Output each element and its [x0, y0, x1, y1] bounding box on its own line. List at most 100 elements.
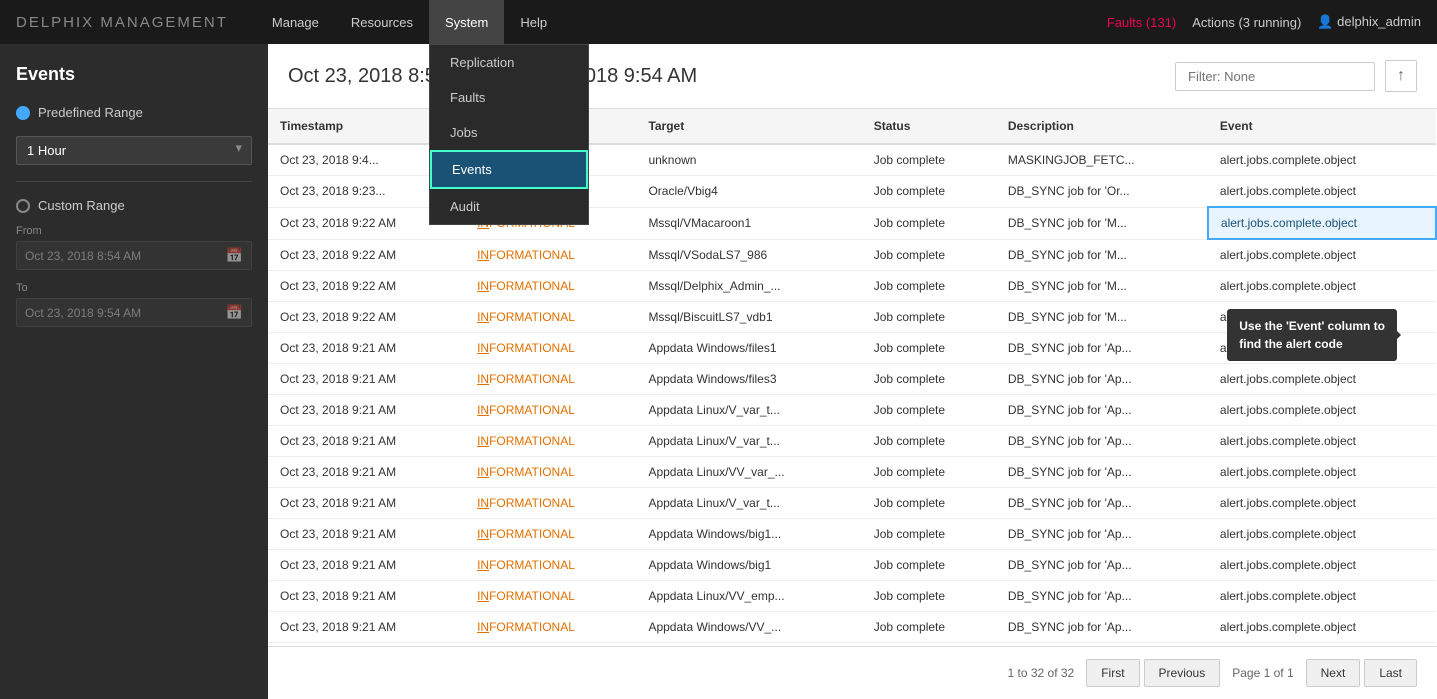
faults-badge[interactable]: Faults (131): [1107, 15, 1176, 30]
table-row[interactable]: Oct 23, 2018 9:21 AMINFORMATIONALAppdata…: [268, 581, 1436, 612]
cell-event: alert.jobs.complete.object: [1208, 643, 1436, 647]
cell-event: alert.jobs.complete.object: [1208, 519, 1436, 550]
cell-timestamp: Oct 23, 2018 9:21 AM: [268, 519, 465, 550]
cell-event: alert.jobs.complete.object: [1208, 426, 1436, 457]
table-row[interactable]: Oct 23, 2018 9:21 AMINFORMATIONALAppdata…: [268, 364, 1436, 395]
cell-description: DB_SYNC job for 'Ap...: [996, 550, 1208, 581]
nav-help[interactable]: Help: [504, 0, 563, 44]
filter-input[interactable]: [1175, 62, 1375, 91]
predefined-range-section: Predefined Range 1 Hour 6 Hours 12 Hours…: [16, 105, 252, 165]
table-row[interactable]: Oct 23, 2018 9:21 AMINFORMATIONALAppdata…: [268, 426, 1436, 457]
cell-timestamp: Oct 23, 2018 9:21 AM: [268, 333, 465, 364]
cell-status: Job complete: [862, 144, 996, 176]
table-row[interactable]: Oct 23, 2018 9:22 AMINFORMATIONALMssql/D…: [268, 271, 1436, 302]
cell-timestamp: Oct 23, 2018 9:21 AM: [268, 488, 465, 519]
cell-status: Job complete: [862, 364, 996, 395]
dropdown-events[interactable]: Events: [430, 150, 588, 189]
export-button[interactable]: ↑: [1385, 60, 1417, 92]
brand-logo: DELPHIX MANAGEMENT: [16, 14, 228, 31]
from-field: From 📅: [16, 225, 252, 270]
table-row[interactable]: Oct 23, 2018 9:21 AMINFORMATIONALAppdata…: [268, 457, 1436, 488]
range-select[interactable]: 1 Hour 6 Hours 12 Hours 1 Day 1 Week: [16, 136, 252, 165]
last-page-button[interactable]: Last: [1364, 659, 1417, 687]
table-row[interactable]: Oct 23, 2018 9:21 AMINFORMATIONALAppdata…: [268, 612, 1436, 643]
table-row[interactable]: Oct 23, 2018 9:21 AMINFORMATIONALAppdata…: [268, 643, 1436, 647]
cell-severity: INFORMATIONAL: [465, 550, 636, 581]
table-row[interactable]: Oct 23, 2018 9:22 AMINFORMATIONALMssql/V…: [268, 239, 1436, 271]
table-row[interactable]: Oct 23, 2018 9:21 AMINFORMATIONALAppdata…: [268, 488, 1436, 519]
cell-description: DB_SYNC job for 'Ap...: [996, 581, 1208, 612]
custom-label: Custom Range: [38, 198, 125, 213]
brand-suffix: MANAGEMENT: [94, 14, 228, 31]
cell-target: Mssql/Delphix_Admin_...: [636, 271, 861, 302]
nav-manage[interactable]: Manage: [256, 0, 335, 44]
to-input[interactable]: [25, 306, 226, 320]
dropdown-faults[interactable]: Faults: [430, 80, 588, 115]
sidebar-divider: [16, 181, 252, 182]
cell-status: Job complete: [862, 581, 996, 612]
first-page-button[interactable]: First: [1086, 659, 1139, 687]
to-calendar-icon[interactable]: 📅: [226, 304, 243, 321]
next-page-button[interactable]: Next: [1306, 659, 1361, 687]
cell-target: Appdata Windows/big1: [636, 550, 861, 581]
cell-severity: INFORMATIONAL: [465, 333, 636, 364]
from-input[interactable]: [25, 249, 226, 263]
cell-description: DB_SYNC job for 'Ap...: [996, 488, 1208, 519]
dropdown-jobs[interactable]: Jobs: [430, 115, 588, 150]
cell-description: DB_SYNC job for 'M...: [996, 302, 1208, 333]
from-input-wrapper: 📅: [16, 241, 252, 270]
top-nav: DELPHIX MANAGEMENT Manage Resources Syst…: [0, 0, 1437, 44]
nav-right: Faults (131) Actions (3 running) 👤 delph…: [1107, 14, 1421, 30]
cell-severity: INFORMATIONAL: [465, 426, 636, 457]
cell-severity: INFORMATIONAL: [465, 581, 636, 612]
col-description: Description: [996, 109, 1208, 144]
user-name[interactable]: delphix_admin: [1337, 14, 1421, 29]
cell-timestamp: Oct 23, 2018 9:21 AM: [268, 550, 465, 581]
cell-severity: INFORMATIONAL: [465, 239, 636, 271]
custom-range-option[interactable]: Custom Range: [16, 198, 252, 213]
from-calendar-icon[interactable]: 📅: [226, 247, 243, 264]
nav-resources[interactable]: Resources: [335, 0, 429, 44]
cell-timestamp: Oct 23, 2018 9:21 AM: [268, 581, 465, 612]
cell-description: DB_SYNC job for 'M...: [996, 207, 1208, 239]
table-row[interactable]: Oct 23, 2018 9:21 AMINFORMATIONALAppdata…: [268, 519, 1436, 550]
cell-event: alert.jobs.complete.object: [1208, 364, 1436, 395]
previous-page-button[interactable]: Previous: [1144, 659, 1221, 687]
dropdown-audit[interactable]: Audit: [430, 189, 588, 224]
predefined-label: Predefined Range: [38, 105, 143, 120]
user-label: 👤 delphix_admin: [1317, 14, 1421, 30]
cell-target: Appdata Windows/big1...: [636, 519, 861, 550]
cell-severity: INFORMATIONAL: [465, 643, 636, 647]
custom-radio[interactable]: [16, 199, 30, 213]
actions-label[interactable]: Actions (3 running): [1192, 15, 1301, 30]
dropdown-replication[interactable]: Replication: [430, 45, 588, 80]
nav-items: Manage Resources System Replication Faul…: [256, 0, 563, 44]
table-row[interactable]: Oct 23, 2018 9:22 AMINFORMATIONALMssql/B…: [268, 302, 1436, 333]
cell-status: Job complete: [862, 457, 996, 488]
nav-system[interactable]: System: [429, 0, 504, 44]
from-label: From: [16, 225, 252, 237]
predefined-range-option[interactable]: Predefined Range: [16, 105, 252, 120]
cell-severity: INFORMATIONAL: [465, 364, 636, 395]
table-row[interactable]: Oct 23, 2018 9:21 AMINFORMATIONALAppdata…: [268, 395, 1436, 426]
cell-description: DB_SYNC job for 'M...: [996, 271, 1208, 302]
range-select-wrapper: 1 Hour 6 Hours 12 Hours 1 Day 1 Week: [16, 130, 252, 165]
cell-description: DB_SYNC job for 'Ap...: [996, 519, 1208, 550]
predefined-radio[interactable]: [16, 106, 30, 120]
table-row[interactable]: Oct 23, 2018 9:21 AMINFORMATIONALAppdata…: [268, 550, 1436, 581]
cell-severity: INFORMATIONAL: [465, 488, 636, 519]
sidebar: Events Predefined Range 1 Hour 6 Hours 1…: [0, 44, 268, 699]
table-row[interactable]: Oct 23, 2018 9:21 AMINFORMATIONALAppdata…: [268, 333, 1436, 364]
cell-event: alert.jobs.complete.object: [1208, 239, 1436, 271]
cell-status: Job complete: [862, 488, 996, 519]
cell-event: alert.jobs.complete.object: [1208, 333, 1436, 364]
to-input-wrapper: 📅: [16, 298, 252, 327]
cell-timestamp: Oct 23, 2018 9:21 AM: [268, 612, 465, 643]
sidebar-title: Events: [16, 64, 252, 85]
cell-target: Appdata Linux/V_var_t...: [636, 426, 861, 457]
cell-event: alert.jobs.complete.object: [1208, 302, 1436, 333]
cell-event: alert.jobs.complete.object: [1208, 395, 1436, 426]
cell-target: unknown: [636, 144, 861, 176]
nav-system-container: System Replication Faults Jobs Events Au…: [429, 0, 504, 44]
cell-timestamp: Oct 23, 2018 9:22 AM: [268, 239, 465, 271]
